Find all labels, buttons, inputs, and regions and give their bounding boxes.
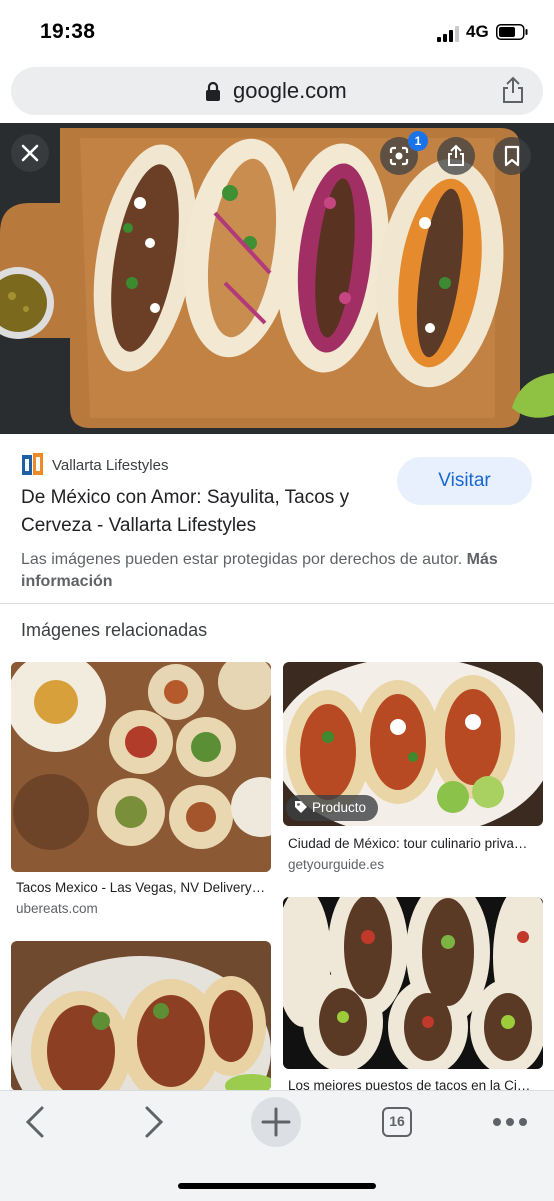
back-icon[interactable] (22, 1105, 48, 1139)
divider (0, 603, 554, 604)
close-button[interactable] (11, 134, 49, 172)
image-title[interactable]: De México con Amor: Sayulita, Tacos y Ce… (21, 484, 381, 540)
new-tab-button[interactable] (251, 1097, 301, 1147)
product-chip-label: Producto (312, 800, 367, 815)
url-text[interactable]: google.com (233, 78, 347, 104)
related-caption-2[interactable]: Ciudad de México: tour culinario priva… (288, 836, 540, 851)
tag-icon (295, 801, 307, 813)
share-icon (448, 144, 464, 166)
related-caption-1[interactable]: Tacos Mexico - Las Vegas, NV Delivery… (16, 880, 268, 895)
copyright-notice: Las imágenes pueden estar protegidas por… (21, 549, 541, 593)
bookmark-icon (504, 145, 520, 167)
forward-icon[interactable] (141, 1105, 167, 1139)
plus-icon (261, 1107, 291, 1137)
product-chip[interactable]: Producto (286, 795, 379, 821)
battery-icon (496, 24, 528, 40)
related-image-1[interactable] (11, 662, 271, 872)
related-domain-2: getyourguide.es (288, 857, 385, 872)
visit-button[interactable]: Visitar (397, 457, 532, 505)
close-icon (21, 144, 39, 162)
source-name[interactable]: Vallarta Lifestyles (52, 457, 168, 474)
tacos-photo (283, 897, 543, 1069)
home-indicator (178, 1183, 376, 1189)
related-image-4[interactable] (283, 897, 543, 1069)
more-icon[interactable] (490, 1112, 530, 1132)
related-image-3[interactable] (11, 941, 271, 1091)
lens-badge: 1 (408, 131, 428, 151)
share-image-button[interactable] (437, 137, 475, 175)
tab-switcher-button[interactable]: 16 (382, 1107, 412, 1137)
lock-icon (206, 81, 220, 101)
related-domain-1: ubereats.com (16, 901, 98, 916)
copyright-text: Las imágenes pueden estar protegidas por… (21, 551, 463, 568)
site-favicon (22, 453, 43, 475)
tacos-photo (11, 941, 271, 1091)
status-time: 19:38 (40, 20, 96, 43)
share-icon[interactable] (500, 76, 526, 104)
signal-icon (437, 26, 459, 42)
related-heading: Imágenes relacionadas (21, 620, 208, 640)
network-type: 4G (466, 22, 489, 41)
tacos-photo (11, 662, 271, 872)
save-button[interactable] (493, 137, 531, 175)
